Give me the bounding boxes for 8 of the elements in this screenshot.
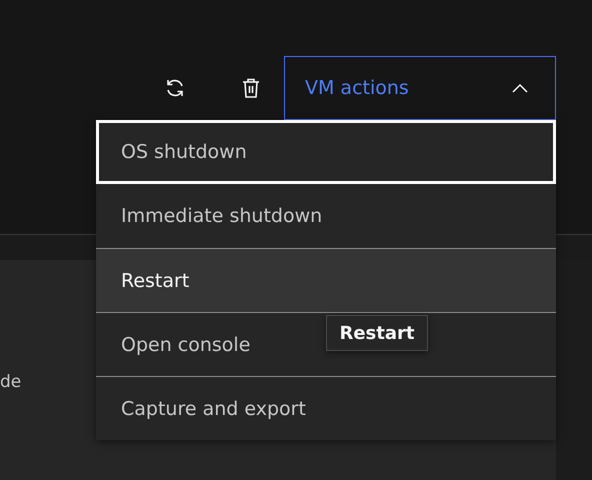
menu-item[interactable]: Restart [96,248,556,312]
truncated-text: de [0,372,22,392]
menu-item[interactable]: OS shutdown [96,120,556,184]
menu-item[interactable]: Capture and export [96,376,556,440]
vm-actions-dropdown[interactable]: VM actions [284,56,556,120]
tooltip: Restart [326,315,428,351]
chevron-icon [512,83,528,93]
menu-item[interactable]: Immediate shutdown [96,184,556,248]
